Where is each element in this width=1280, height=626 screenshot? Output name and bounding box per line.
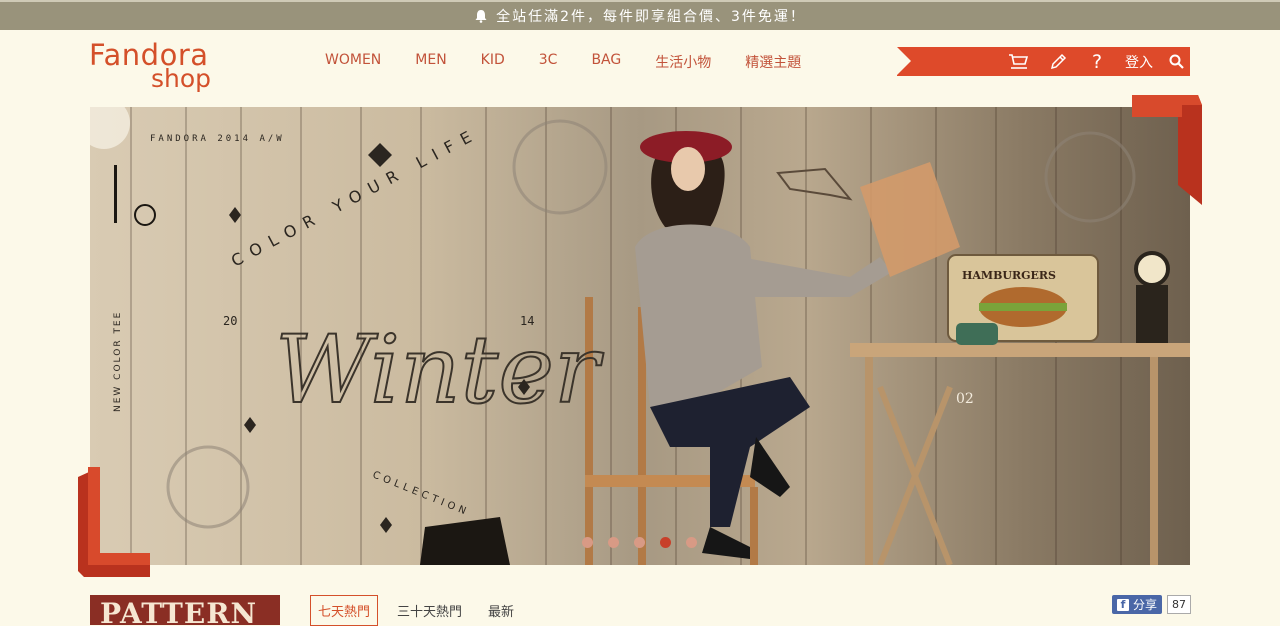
tab-latest[interactable]: 最新 — [481, 596, 521, 625]
hero-script: Winter — [275, 316, 604, 425]
pattern-label: PATTERN — [100, 597, 258, 625]
login-button[interactable]: 登入 — [1119, 47, 1159, 76]
facebook-share: f 分享 87 — [1112, 595, 1192, 614]
pattern-thumbnail[interactable]: PATTERN — [90, 595, 280, 625]
share-button[interactable]: f 分享 — [1112, 595, 1163, 614]
hero-sign: HAMBURGERS — [962, 269, 1056, 282]
hero-year-left: 20 — [223, 314, 237, 328]
hero-no: 02 — [956, 391, 974, 407]
nav-bag[interactable]: BAG — [591, 52, 621, 72]
logo-line2: shop — [151, 64, 212, 93]
write-button[interactable] — [1045, 47, 1071, 76]
corner-bracket-bottom-left — [78, 467, 150, 577]
facebook-icon: f — [1117, 598, 1129, 611]
cart-button[interactable] — [1005, 47, 1031, 76]
slide-dot[interactable] — [608, 537, 619, 548]
nav-featured[interactable]: 精選主題 — [745, 52, 801, 72]
tab-7day-hot[interactable]: 七天熱門 — [310, 595, 379, 626]
slide-dots — [582, 537, 712, 548]
slide-dot[interactable] — [686, 537, 697, 548]
pencil-icon — [1050, 53, 1067, 69]
slide-dot[interactable] — [582, 537, 593, 548]
help-icon: ? — [1091, 50, 1103, 73]
main-nav: WOMEN MEN KID 3C BAG 生活小物 精選主題 — [325, 52, 835, 72]
user-toolbar: ? 登入 — [897, 47, 1190, 76]
nav-kid[interactable]: KID — [481, 52, 505, 72]
slide-dot[interactable] — [634, 537, 645, 548]
hero-side: NEW COLOR TEE — [113, 311, 123, 412]
site-logo[interactable]: Fandora shop — [89, 38, 239, 94]
product-tabs: 七天熱門 三十天熱門 最新 — [310, 595, 533, 626]
search-button[interactable] — [1165, 47, 1187, 76]
hero-label-top: FANDORA 2014 A/W — [150, 134, 285, 144]
nav-3c[interactable]: 3C — [539, 52, 558, 72]
tab-30day-hot[interactable]: 三十天熱門 — [390, 596, 469, 625]
login-label: 登入 — [1125, 54, 1153, 71]
promo-text: 全站任滿2件，每件即享組合價、3件免運！ — [496, 9, 806, 25]
nav-women[interactable]: WOMEN — [325, 52, 381, 72]
share-label: 分享 — [1133, 598, 1158, 612]
hero-sub: COLLECTION — [371, 470, 471, 519]
nav-lifestyle[interactable]: 生活小物 — [655, 52, 711, 72]
bell-icon — [475, 10, 487, 23]
promo-bar: 全站任滿2件，每件即享組合價、3件免運！ — [0, 0, 1280, 30]
search-icon — [1169, 54, 1184, 69]
nav-men[interactable]: MEN — [415, 52, 446, 72]
hero-banner[interactable]: COLOR YOUR LIFE Winter 20 14 COLLECTION … — [90, 107, 1190, 565]
slide-dot-active[interactable] — [660, 537, 671, 548]
help-button[interactable]: ? — [1085, 47, 1109, 76]
cart-icon — [1009, 54, 1028, 69]
hero-year-right: 14 — [520, 314, 534, 328]
hero-headline: COLOR YOUR LIFE — [228, 123, 483, 270]
corner-bracket-top-right — [1132, 95, 1202, 205]
hero-artwork: COLOR YOUR LIFE Winter 20 14 COLLECTION … — [90, 107, 1190, 565]
share-count: 87 — [1167, 595, 1192, 614]
toolbar-notch — [897, 47, 911, 75]
